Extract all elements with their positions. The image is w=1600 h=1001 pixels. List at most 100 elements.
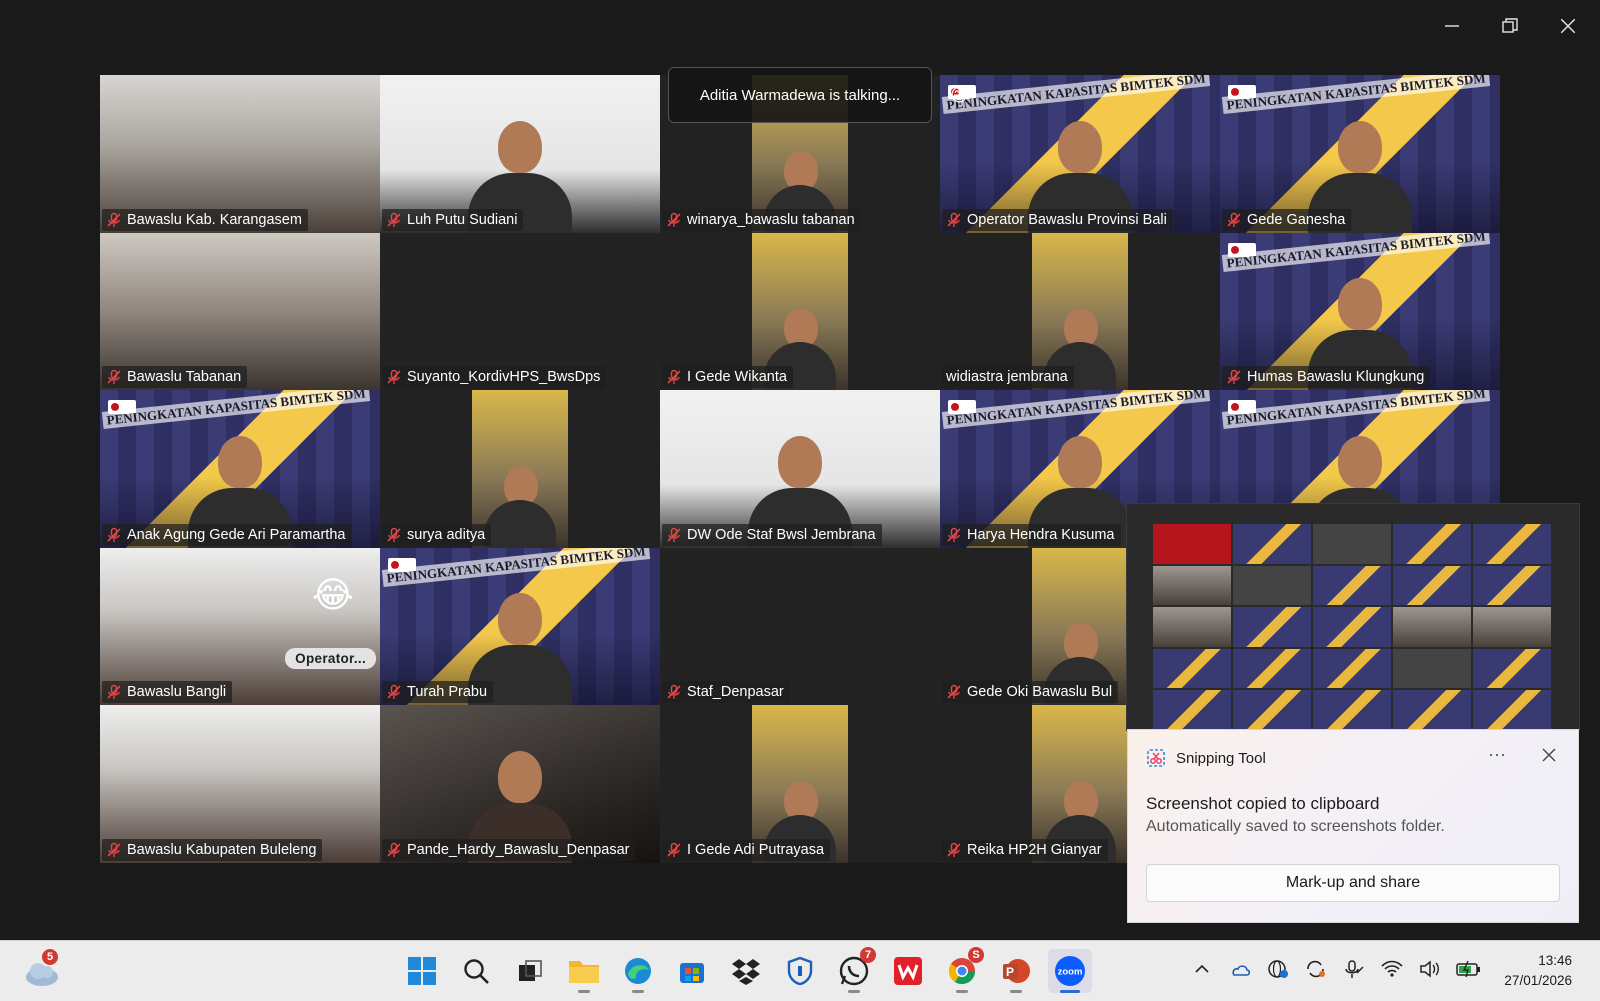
thumbnail-tile — [1233, 607, 1311, 647]
restore-button[interactable] — [1492, 12, 1528, 40]
thumbnail-tile — [1313, 690, 1391, 730]
store-button[interactable] — [670, 949, 714, 993]
restore-icon — [1502, 18, 1518, 33]
muted-mic-icon — [107, 369, 121, 385]
thumbnail-tile — [1233, 565, 1311, 606]
toast-more-button[interactable]: ··· — [1488, 744, 1506, 765]
participant-name: Staf_Denpasar — [687, 684, 784, 701]
participant-tile[interactable]: Bawaslu Tabanan — [100, 232, 380, 391]
participant-tile[interactable]: Pande_Hardy_Bawaslu_Denpasar — [380, 705, 660, 863]
muted-mic-icon — [107, 685, 121, 700]
participant-tile[interactable]: PENINGKATAN KAPASITAS BIMTEK SDM 😁 Operato… — [940, 75, 1220, 233]
chrome-button[interactable]: S — [940, 947, 984, 993]
dropbox-button[interactable] — [724, 949, 768, 993]
participant-name-tag: Gede Ganesha — [1222, 208, 1352, 231]
clock[interactable]: 13:46 27/01/2026 — [1504, 951, 1572, 991]
volume-tray[interactable] — [1418, 957, 1442, 981]
folder-icon — [569, 961, 599, 983]
participant-tile[interactable]: I Gede Wikanta — [660, 232, 940, 391]
task-view-icon — [519, 960, 542, 981]
close-button[interactable] — [1550, 12, 1586, 40]
weather-widget[interactable]: 5 — [22, 949, 62, 989]
thumbnail-tile — [1393, 690, 1471, 730]
participant-name-tag: Bawaslu Kabupaten Buleleng — [102, 838, 323, 861]
task-view-button[interactable] — [508, 949, 552, 993]
microphone-tray[interactable] — [1342, 957, 1366, 981]
participant-name-tag: Staf_Denpasar — [662, 681, 790, 704]
muted-mic-icon — [947, 527, 961, 542]
weather-badge: 5 — [42, 949, 58, 965]
start-button[interactable] — [400, 949, 444, 993]
mark-up-and-share-button[interactable]: Mark-up and share — [1146, 864, 1560, 902]
muted-mic-icon — [387, 212, 401, 227]
toast-close-button[interactable] — [1542, 748, 1556, 767]
powerpoint-button[interactable]: P — [994, 949, 1038, 993]
whatsapp-button[interactable]: 7 — [832, 947, 876, 993]
search-button[interactable] — [454, 949, 498, 993]
participant-name: I Gede Wikanta — [687, 369, 787, 386]
thumbnail-grid — [1153, 524, 1551, 730]
edge-button[interactable] — [616, 949, 660, 993]
participant-tile[interactable]: surya aditya — [380, 390, 660, 548]
network-tray[interactable] — [1266, 957, 1290, 981]
muted-mic-icon — [667, 842, 681, 857]
system-tray — [1190, 957, 1480, 981]
onedrive-cloud-icon — [1232, 965, 1251, 976]
thumbnail-tile — [1153, 607, 1231, 647]
participant-name: Gede Oki Bawaslu Bul — [967, 684, 1113, 701]
participant-tile[interactable]: PENINGKATAN KAPASITAS BIMTEK SDM Humas Ba… — [1220, 232, 1500, 391]
participant-name-tag: Gede Oki Bawaslu Bul — [942, 681, 1119, 704]
speaker-icon — [1420, 960, 1439, 978]
participant-name-tag: surya aditya — [382, 523, 492, 546]
muted-mic-icon — [107, 842, 121, 857]
muted-mic-icon — [387, 369, 401, 385]
muted-mic-icon — [947, 212, 961, 227]
thumbnail-tile — [1233, 690, 1311, 730]
screenshot-thumbnail[interactable] — [1127, 504, 1579, 730]
muted-mic-icon — [667, 369, 681, 385]
participant-name-tag: Bawaslu Kab. Karangasem — [102, 208, 308, 231]
participant-name-tag: I Gede Wikanta — [662, 366, 793, 389]
participant-name: Bawaslu Kab. Karangasem — [127, 211, 302, 228]
zoom-button[interactable]: zoom — [1048, 949, 1092, 993]
thumbnail-tile — [1473, 524, 1551, 564]
thumbnail-tile — [1473, 565, 1551, 606]
participant-tile[interactable]: Luh Putu Sudiani — [380, 75, 660, 233]
muted-mic-icon — [667, 212, 681, 227]
participant-name-tag: Turah Prabu — [382, 681, 494, 704]
participant-tile[interactable]: DW Ode Staf Bwsl Jembrana — [660, 390, 940, 548]
thumbnail-tile — [1153, 648, 1231, 689]
show-hidden-icons-button[interactable] — [1190, 957, 1214, 981]
participant-tile[interactable]: PENINGKATAN KAPASITAS BIMTEK SDM Turah Pr… — [380, 547, 660, 706]
participant-tile[interactable]: PENINGKATAN KAPASITAS BIMTEK SDM Anak Agu… — [100, 390, 380, 548]
minimize-icon — [1445, 25, 1459, 27]
snipping-tool-notification: Snipping Tool ··· Screenshot copied to c… — [1127, 729, 1579, 923]
participant-tile[interactable]: I Gede Adi Putrayasa — [660, 705, 940, 863]
security-button[interactable] — [778, 949, 822, 993]
wps-button[interactable] — [886, 949, 930, 993]
thumbnail-tile — [1473, 607, 1551, 647]
wifi-tray[interactable] — [1380, 957, 1404, 981]
edge-icon — [625, 958, 651, 984]
participant-tile[interactable]: 😂 Operator... Bawaslu Bangli — [100, 547, 380, 706]
participant-tile[interactable]: widiastra jembrana — [940, 232, 1220, 391]
participant-name-tag: DW Ode Staf Bwsl Jembrana — [662, 523, 882, 546]
muted-mic-icon — [667, 527, 681, 542]
participant-name-tag: Luh Putu Sudiani — [382, 208, 524, 231]
file-explorer-button[interactable] — [562, 949, 606, 993]
onedrive-tray[interactable] — [1228, 957, 1252, 981]
participant-name: Gede Ganesha — [1247, 211, 1346, 228]
thumbnail-tile — [1393, 565, 1471, 606]
minimize-button[interactable] — [1434, 12, 1470, 40]
bangli-operator-pill: Operator... — [285, 648, 376, 670]
participant-tile[interactable]: Bawaslu Kabupaten Buleleng — [100, 705, 380, 863]
sync-tray[interactable] — [1304, 957, 1328, 981]
toast-app-name: Snipping Tool — [1176, 749, 1266, 767]
participant-tile[interactable]: Suyanto_KordivHPS_BwsDps — [380, 232, 660, 391]
participant-tile[interactable]: Bawaslu Kab. Karangasem — [100, 75, 380, 233]
thumbnail-tile — [1473, 690, 1551, 730]
battery-tray[interactable] — [1456, 957, 1480, 981]
participant-tile[interactable]: PENINGKATAN KAPASITAS BIMTEK SDM Gede Gan… — [1220, 75, 1500, 233]
participant-name-tag: I Gede Adi Putrayasa — [662, 838, 831, 861]
participant-tile[interactable]: Staf_Denpasar — [660, 547, 940, 706]
